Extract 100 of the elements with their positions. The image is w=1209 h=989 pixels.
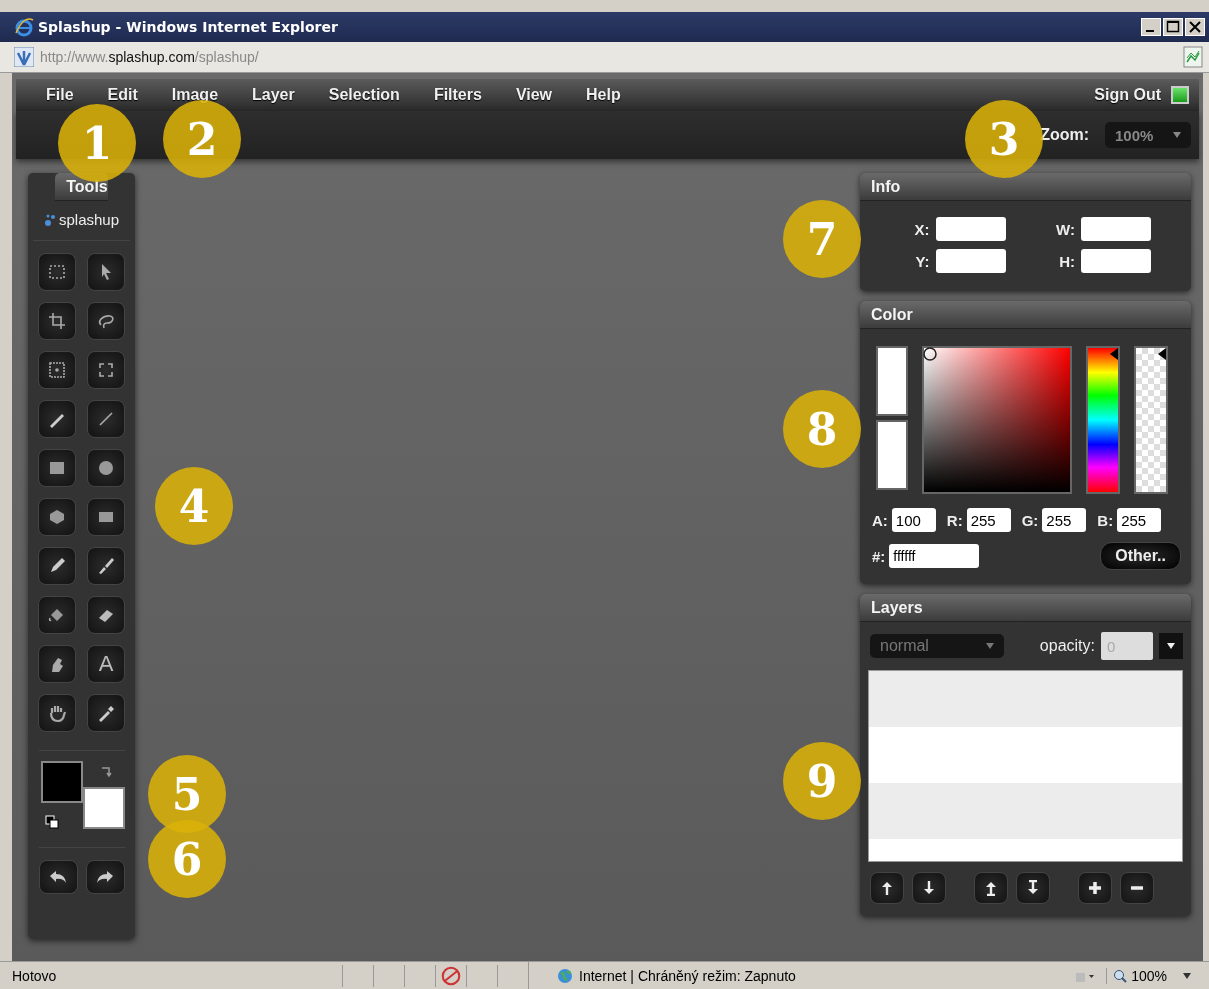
menu-item[interactable]: Help: [586, 86, 621, 104]
layer-button[interactable]: [1120, 872, 1154, 904]
callout-number: 9: [783, 742, 861, 820]
slider-thumb[interactable]: [1158, 347, 1166, 360]
close-icon[interactable]: [1185, 18, 1205, 36]
other-button[interactable]: Other..: [1100, 542, 1181, 570]
callout-number: 2: [163, 100, 241, 178]
redo-arrow-icon: [95, 869, 115, 885]
tool-button[interactable]: [87, 302, 125, 340]
layer-button[interactable]: [870, 872, 904, 904]
foreground-swatch[interactable]: [40, 761, 83, 803]
field-label: B:: [1097, 511, 1114, 529]
zoom-dropdown[interactable]: 100%: [1105, 122, 1191, 148]
tool-button[interactable]: [38, 351, 76, 389]
alpha-slider[interactable]: [1134, 346, 1168, 494]
site-icon: [14, 47, 34, 67]
tool-button[interactable]: [87, 253, 125, 291]
field-label: A:: [872, 511, 888, 529]
menu-item[interactable]: Layer: [252, 86, 295, 104]
tool-button[interactable]: [38, 302, 76, 340]
layer-button[interactable]: [1078, 872, 1112, 904]
splash-icon: [43, 212, 58, 227]
tool-button[interactable]: [38, 400, 76, 438]
magnifier-icon: [1113, 968, 1128, 983]
field-label: X:: [914, 220, 930, 238]
feed-icon[interactable]: [1183, 46, 1203, 68]
sign-out-link[interactable]: Sign Out: [1094, 86, 1161, 104]
layer-button[interactable]: [912, 872, 946, 904]
zone-text: Internet | Chráněný režim: Zapnuto: [579, 967, 796, 984]
browser-logo-icon: [14, 17, 34, 37]
menu-item[interactable]: View: [515, 86, 553, 104]
tool-button[interactable]: [38, 498, 76, 536]
caret-icon: [1173, 132, 1181, 138]
input-field[interactable]: 255: [966, 508, 1011, 532]
input-field[interactable]: [935, 217, 1006, 241]
color-swatch[interactable]: [876, 420, 908, 490]
color-swatch[interactable]: [876, 346, 908, 416]
field-label: Y:: [915, 252, 930, 270]
menu-item[interactable]: Filters: [433, 86, 482, 104]
maximize-icon[interactable]: [1163, 18, 1183, 36]
input-field[interactable]: 255: [1117, 508, 1162, 532]
tool-button[interactable]: [38, 596, 76, 634]
menu-item[interactable]: File: [46, 86, 74, 104]
field-label: R:: [946, 511, 963, 529]
layer-button[interactable]: [1016, 872, 1050, 904]
layer-button[interactable]: [974, 872, 1008, 904]
caret-icon: [986, 643, 994, 649]
input-field[interactable]: [1081, 217, 1151, 241]
field-label: H:: [1059, 252, 1075, 270]
reset-colors-icon[interactable]: [44, 815, 59, 829]
background-swatch[interactable]: [82, 787, 125, 829]
tool-button[interactable]: [87, 596, 125, 634]
status-light-icon: [1171, 86, 1189, 104]
callout-number: 4: [155, 467, 233, 545]
redo-button[interactable]: [85, 860, 125, 894]
tool-button[interactable]: [38, 645, 76, 683]
minimize-icon[interactable]: [1141, 18, 1161, 36]
callout-number: 7: [783, 200, 861, 278]
input-field[interactable]: [1081, 249, 1151, 273]
tool-button[interactable]: [38, 547, 76, 585]
panel-title: Color: [871, 305, 913, 324]
tool-button[interactable]: [87, 694, 125, 732]
input-field[interactable]: [935, 249, 1006, 273]
hand-icon: [47, 703, 67, 723]
rotate-icon: [96, 360, 116, 380]
tool-button[interactable]: [38, 694, 76, 732]
tool-button[interactable]: [87, 351, 125, 389]
logo-text: splashup: [58, 211, 119, 228]
globe-icon: [557, 967, 573, 984]
tool-button[interactable]: [87, 449, 125, 487]
caret-icon: [1167, 643, 1175, 649]
hex-field[interactable]: ffffff: [889, 544, 980, 568]
zoom-level-button[interactable]: 100%: [1106, 967, 1191, 984]
slider-thumb[interactable]: [1110, 347, 1118, 360]
marquee-icon: [47, 262, 67, 282]
tool-button[interactable]: [38, 449, 76, 487]
transform-icon: [47, 360, 67, 380]
tool-button[interactable]: [87, 547, 125, 585]
input-field[interactable]: 255: [1042, 508, 1087, 532]
paintbrush-icon: [96, 556, 116, 576]
blend-mode-dropdown[interactable]: normal: [870, 634, 1004, 658]
tool-button[interactable]: [38, 253, 76, 291]
panel-title: Layers: [871, 598, 923, 617]
hue-slider[interactable]: [1086, 346, 1120, 494]
opacity-label: opacity:: [1039, 637, 1095, 655]
field-label: W:: [1056, 220, 1075, 238]
saturation-field[interactable]: [922, 346, 1072, 494]
panel-title: Info: [871, 177, 901, 196]
crop-icon: [47, 311, 67, 331]
opacity-dropdown-button[interactable]: [1159, 633, 1183, 659]
circle-icon: [96, 458, 116, 478]
undo-arrow-icon: [48, 869, 68, 885]
window-title: Splashup - Windows Internet Explorer: [38, 19, 339, 35]
menu-item[interactable]: Edit: [107, 86, 138, 104]
input-field[interactable]: 100: [891, 508, 936, 532]
undo-button[interactable]: [38, 860, 78, 894]
tool-button[interactable]: [87, 498, 125, 536]
field-label: #:: [872, 547, 886, 565]
text-tool-button[interactable]: A: [87, 645, 125, 683]
menu-item[interactable]: Selection: [328, 86, 400, 104]
